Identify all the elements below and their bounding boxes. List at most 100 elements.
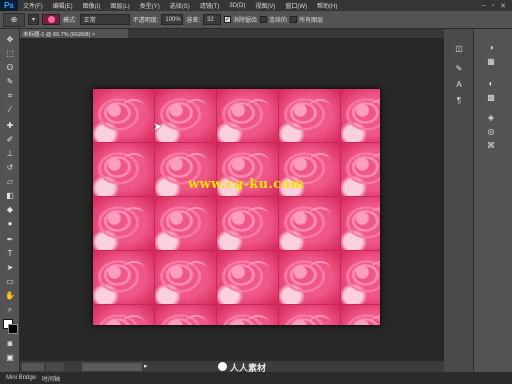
menu-image[interactable]: 图像(I) — [78, 1, 106, 10]
shape-tool-icon[interactable]: ▭ — [4, 277, 16, 287]
preset-combo[interactable]: ▾ — [28, 14, 40, 25]
tolerance-input[interactable]: 32 — [203, 14, 222, 25]
brush-panel-icon[interactable]: ✎ — [452, 63, 466, 74]
bottom-bar: Mini Bridge 时间轴 — [0, 372, 512, 384]
status-doc-info — [82, 363, 142, 371]
paint-bucket-tool-icon[interactable]: ◧ — [4, 191, 16, 201]
menu-help[interactable]: 帮助(H) — [312, 1, 342, 10]
marquee-tool-icon[interactable]: ⬚ — [4, 49, 16, 59]
watermark-text: www.cg-ku.com — [188, 177, 305, 192]
rose-tile — [341, 251, 380, 305]
channels-panel-icon[interactable]: ◎ — [484, 126, 498, 137]
move-tool-icon[interactable]: ✥ — [4, 35, 16, 45]
tolerance-label: 容差: — [186, 18, 201, 24]
status-arrow-icon[interactable]: ▸ — [144, 362, 148, 370]
color-panel-icon[interactable]: ◑ — [484, 42, 498, 53]
healing-brush-tool-icon[interactable]: ✚ — [4, 121, 16, 131]
mode-value: 正常 — [83, 18, 96, 24]
rose-tile — [341, 197, 380, 251]
opacity-value: 100% — [165, 16, 181, 23]
swatch-color-dot — [47, 16, 55, 23]
brush-tool-icon[interactable]: ✐ — [4, 135, 16, 145]
contiguous-option[interactable]: 连续的 — [260, 15, 287, 24]
options-bar: ⊕ ▾ 模式: 正常 不透明度: 100% 容差: 32 ✓ 消除锯齿 连续的 … — [0, 11, 512, 29]
mini-bridge-tab[interactable]: Mini Bridge — [6, 375, 36, 381]
document-canvas[interactable] — [93, 89, 380, 325]
eyedropper-tool-icon[interactable]: ⁄ — [4, 105, 16, 115]
menu-view[interactable]: 视图(V) — [250, 1, 280, 10]
menu-file[interactable]: 文件(F) — [18, 1, 48, 10]
opacity-label: 不透明度: — [132, 18, 159, 24]
rose-tile — [93, 89, 155, 143]
rose-tile — [155, 305, 217, 325]
rose-tile — [341, 89, 380, 143]
opacity-input[interactable]: 100% — [161, 14, 184, 25]
menu-select[interactable]: 选择(S) — [165, 1, 195, 10]
history-brush-tool-icon[interactable]: ↺ — [4, 163, 16, 173]
rose-tile — [341, 143, 380, 197]
paths-panel-icon[interactable]: ⌘ — [484, 140, 498, 151]
timeline-tab[interactable]: 时间轴 — [42, 374, 60, 383]
pen-tool-icon[interactable]: ✒ — [4, 235, 16, 245]
photoshop-logo: Ps — [0, 0, 18, 11]
status-info-icon[interactable] — [46, 363, 64, 371]
status-zoom-field[interactable] — [22, 363, 44, 371]
maximize-icon[interactable]: ▫ — [492, 2, 494, 10]
quick-mask-icon[interactable]: ◙ — [4, 339, 16, 349]
rose-tile — [217, 251, 279, 305]
cursor-arrow-icon: ➤ — [153, 121, 163, 133]
alllayers-checkbox[interactable] — [290, 16, 298, 23]
close-icon[interactable]: ✕ — [500, 2, 506, 10]
contiguous-label: 连续的 — [269, 18, 288, 24]
antialias-option[interactable]: ✓ 消除锯齿 — [224, 15, 257, 24]
zoom-tool-icon[interactable]: ⌕ — [4, 305, 16, 315]
canvas-workspace[interactable]: ➤ www.cg-ku.com — [20, 38, 444, 360]
tool-preset-picker[interactable]: ⊕ — [3, 12, 25, 27]
crop-tool-icon[interactable]: ⌗ — [4, 91, 16, 101]
mode-select[interactable]: 正常 — [79, 14, 130, 25]
background-color-swatch[interactable] — [8, 324, 18, 334]
document-tab[interactable]: 未标题-1 @ 66.7% (RGB/8) × — [20, 29, 128, 38]
rose-tile — [155, 197, 217, 251]
rose-tile — [93, 251, 155, 305]
rose-tile — [217, 89, 279, 143]
adjustments-panel-icon[interactable]: ◐ — [484, 78, 498, 89]
rose-tile — [279, 305, 341, 325]
quick-select-tool-icon[interactable]: ✎ — [4, 77, 16, 87]
layers-panel-icon[interactable]: ◈ — [484, 112, 498, 123]
lasso-tool-icon[interactable]: ʘ — [4, 63, 16, 73]
character-panel-icon[interactable]: A — [452, 79, 466, 90]
mode-label: 模式: — [63, 18, 77, 24]
type-tool-icon[interactable]: T — [4, 249, 16, 259]
menu-window[interactable]: 窗口(W) — [280, 1, 312, 10]
color-swatch-button[interactable] — [42, 14, 61, 25]
contiguous-checkbox[interactable] — [260, 16, 268, 23]
menu-3d[interactable]: 3D(D) — [224, 3, 250, 9]
rose-tile — [279, 89, 341, 143]
menu-edit[interactable]: 编辑(E) — [48, 1, 78, 10]
menu-type[interactable]: 类型(Y) — [135, 1, 165, 10]
rose-tile — [93, 305, 155, 325]
window-controls: – ▫ ✕ — [482, 2, 512, 10]
path-selection-tool-icon[interactable]: ➤ — [4, 263, 16, 273]
panel-icon-strip: ◫ ✎ A ¶ — [444, 29, 474, 372]
clone-stamp-tool-icon[interactable]: ⊥ — [4, 149, 16, 159]
menu-filter[interactable]: 滤镜(T) — [195, 1, 225, 10]
rose-tile — [217, 305, 279, 325]
rose-tile — [155, 89, 217, 143]
minimize-icon[interactable]: – — [482, 2, 486, 10]
alllayers-option[interactable]: 所有图层 — [290, 15, 323, 24]
dodge-tool-icon[interactable]: ● — [4, 219, 16, 229]
status-bar: ▸ 人人素材 — [20, 360, 444, 373]
swatches-panel-icon[interactable]: ▦ — [484, 56, 498, 67]
paragraph-panel-icon[interactable]: ¶ — [452, 95, 466, 106]
brush-preset-icon: ⊕ — [10, 15, 18, 24]
antialias-checkbox[interactable]: ✓ — [224, 16, 232, 23]
styles-panel-icon[interactable]: ▩ — [484, 92, 498, 103]
hand-tool-icon[interactable]: ✋ — [4, 291, 16, 301]
eraser-tool-icon[interactable]: ▱ — [4, 177, 16, 187]
history-panel-icon[interactable]: ◫ — [452, 43, 466, 54]
blur-tool-icon[interactable]: ◆ — [4, 205, 16, 215]
screen-mode-icon[interactable]: ▣ — [4, 353, 16, 363]
menu-layer[interactable]: 图层(L) — [105, 1, 134, 10]
